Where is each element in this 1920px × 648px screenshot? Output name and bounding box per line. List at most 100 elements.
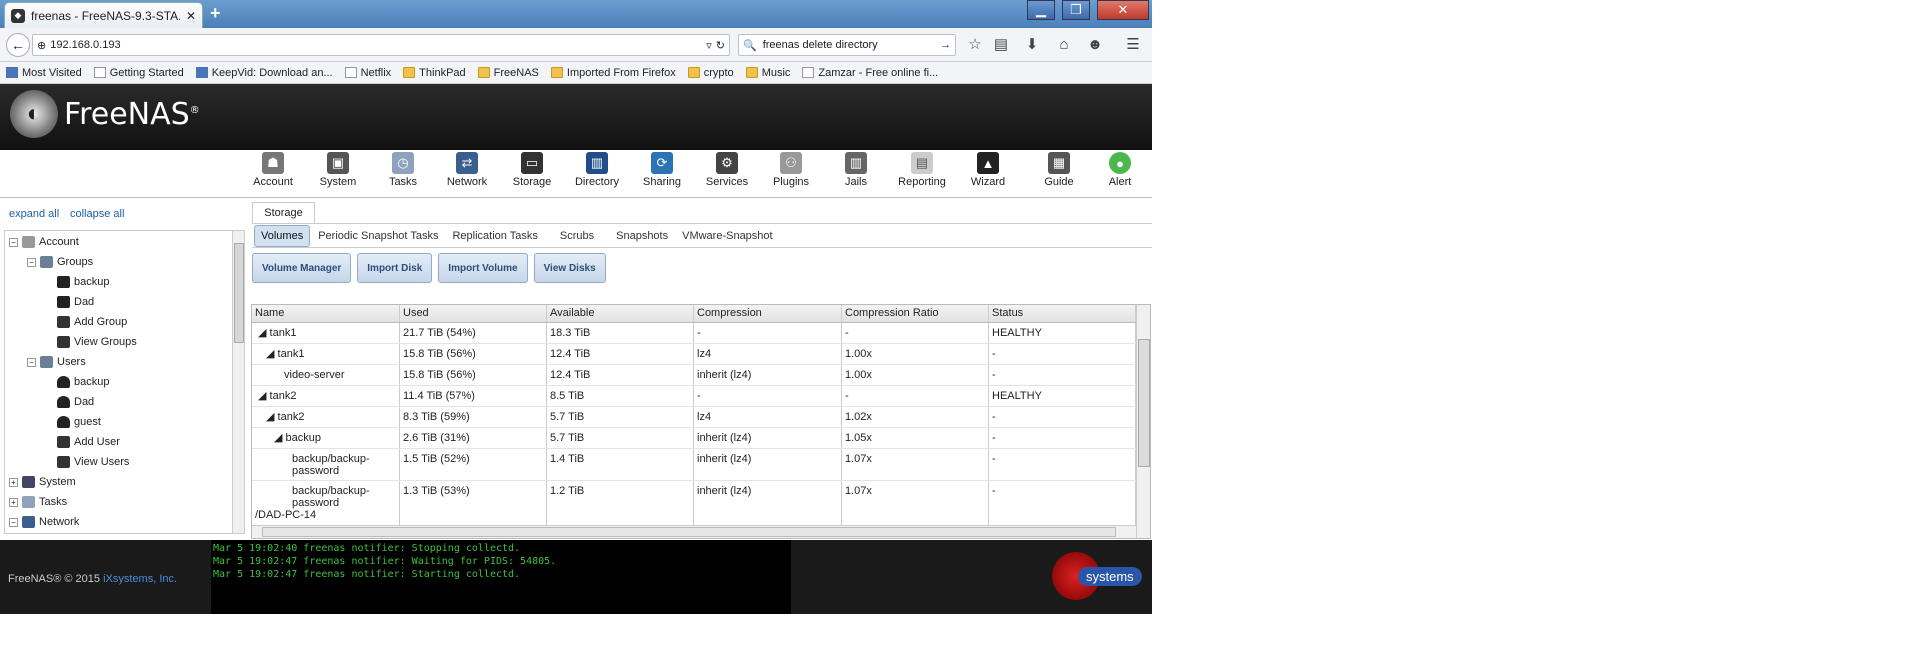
bookmark-keepvid[interactable]: KeepVid: Download an... bbox=[195, 67, 333, 79]
tab-snapshots[interactable]: Snapshots bbox=[610, 226, 674, 246]
import-volume-button[interactable]: Import Volume bbox=[438, 253, 528, 283]
table-hscroll-thumb[interactable] bbox=[262, 527, 1116, 537]
tree-node-add-user[interactable]: Add User bbox=[57, 433, 120, 451]
collapse-icon[interactable]: − bbox=[27, 357, 36, 367]
collapse-all-link[interactable]: collapse all bbox=[70, 208, 124, 220]
toolbar-tasks[interactable]: ◷ Tasks bbox=[373, 152, 433, 196]
tab-close-icon[interactable]: ✕ bbox=[186, 9, 196, 23]
table-row[interactable]: ◢ tank1 21.7 TiB (54%) 18.3 TiB - - HEAL… bbox=[252, 323, 1136, 344]
toolbar-sharing[interactable]: ⟳ Sharing bbox=[632, 152, 692, 196]
collapse-icon[interactable]: − bbox=[9, 237, 18, 247]
column-header-name[interactable]: Name bbox=[252, 305, 400, 322]
bookmark-zamzar[interactable]: Zamzar - Free online fi... bbox=[802, 67, 938, 79]
toolbar-guide[interactable]: ▦ Guide bbox=[1029, 152, 1089, 196]
tree-node-group-dad[interactable]: Dad bbox=[57, 293, 94, 311]
tab-scrubs[interactable]: Scrubs bbox=[554, 226, 600, 246]
expand-all-link[interactable]: expand all bbox=[9, 208, 59, 220]
table-scrollbar-thumb[interactable] bbox=[1138, 339, 1150, 467]
chat-icon[interactable]: ☻ bbox=[1085, 35, 1105, 55]
toolbar-storage[interactable]: ▭ Storage bbox=[502, 152, 562, 196]
storage-tab[interactable]: Storage bbox=[252, 202, 315, 223]
import-disk-button[interactable]: Import Disk bbox=[357, 253, 433, 283]
search-box[interactable]: 🔍 freenas delete directory → bbox=[738, 34, 956, 56]
tree-node-user-guest[interactable]: guest bbox=[57, 413, 101, 431]
bookmark-thinkpad[interactable]: ThinkPad bbox=[403, 67, 466, 79]
table-horizontal-scrollbar[interactable] bbox=[252, 525, 1136, 538]
tree-node-network[interactable]: − Network bbox=[9, 513, 79, 531]
toolbar-reporting[interactable]: ▤ Reporting bbox=[892, 152, 952, 196]
table-row[interactable]: backup/backup-password/DAD-PC-14 1.3 TiB… bbox=[252, 481, 1136, 526]
bookmark-music[interactable]: Music bbox=[745, 67, 790, 79]
bookmark-freenas[interactable]: FreeNAS bbox=[477, 67, 539, 79]
collapse-icon[interactable]: − bbox=[9, 517, 18, 527]
dropdown-icon[interactable]: ▿ bbox=[706, 39, 712, 52]
tree-node-group-backup[interactable]: backup bbox=[57, 273, 109, 291]
toolbar-network[interactable]: ⇄ Network bbox=[437, 152, 497, 196]
toolbar-system[interactable]: ▣ System bbox=[308, 152, 368, 196]
expand-arrow-icon[interactable]: ◢ bbox=[258, 327, 266, 339]
toolbar-services[interactable]: ⚙ Services bbox=[697, 152, 757, 196]
menu-icon[interactable]: ☰ bbox=[1123, 35, 1143, 55]
star-icon[interactable]: ☆ bbox=[965, 35, 985, 55]
tab-vmware-snapshot[interactable]: VMware-Snapshot bbox=[676, 226, 779, 246]
browser-tab[interactable]: ◆ freenas - FreeNAS-9.3-STA... ✕ bbox=[4, 2, 203, 28]
table-row[interactable]: ◢ tank2 11.4 TiB (57%) 8.5 TiB - - HEALT… bbox=[252, 386, 1136, 407]
expand-arrow-icon[interactable]: ◢ bbox=[266, 411, 274, 423]
column-header-used[interactable]: Used bbox=[400, 305, 547, 322]
column-header-compression[interactable]: Compression bbox=[694, 305, 842, 322]
ixsystems-link[interactable]: iXsystems, Inc. bbox=[103, 573, 177, 585]
view-disks-button[interactable]: View Disks bbox=[533, 253, 606, 283]
expand-arrow-icon[interactable]: ◢ bbox=[266, 348, 274, 360]
expand-icon[interactable]: + bbox=[9, 497, 18, 507]
tab-periodic-snapshot-tasks[interactable]: Periodic Snapshot Tasks bbox=[312, 226, 444, 246]
minimize-button[interactable]: ▁ bbox=[1027, 0, 1055, 20]
back-button[interactable]: ← bbox=[6, 33, 30, 57]
tree-node-view-users[interactable]: View Users bbox=[57, 453, 129, 471]
download-icon[interactable]: ⬇ bbox=[1022, 35, 1042, 55]
expand-icon[interactable]: + bbox=[9, 477, 18, 487]
tree-node-groups[interactable]: − Groups bbox=[27, 253, 93, 271]
search-go-icon[interactable]: → bbox=[940, 39, 951, 51]
expand-arrow-icon[interactable]: ◢ bbox=[274, 432, 282, 444]
tree-node-account[interactable]: − Account bbox=[9, 233, 79, 251]
tree-node-system[interactable]: + System bbox=[9, 473, 76, 491]
bookmark-crypto[interactable]: crypto bbox=[687, 67, 734, 79]
column-header-available[interactable]: Available bbox=[547, 305, 694, 322]
tree-node-user-dad[interactable]: Dad bbox=[57, 393, 94, 411]
toolbar-plugins[interactable]: ⚇ Plugins bbox=[761, 152, 821, 196]
volume-manager-button[interactable]: Volume Manager bbox=[252, 253, 352, 283]
bookmark-netflix[interactable]: Netflix bbox=[344, 67, 391, 79]
tree-scrollbar-thumb[interactable] bbox=[234, 243, 244, 343]
table-vertical-scrollbar[interactable] bbox=[1136, 305, 1150, 538]
tree-node-tasks[interactable]: + Tasks bbox=[9, 493, 67, 511]
toolbar-jails[interactable]: ▥ Jails bbox=[826, 152, 886, 196]
tree-node-users[interactable]: − Users bbox=[27, 353, 86, 371]
address-bar[interactable]: ⊕ 192.168.0.193 ▿ ↻ bbox=[32, 34, 730, 56]
tab-volumes[interactable]: Volumes bbox=[254, 224, 311, 247]
toolbar-alert[interactable]: ● Alert bbox=[1090, 152, 1150, 196]
restore-button[interactable]: ❐ bbox=[1062, 0, 1090, 20]
toolbar-directory[interactable]: ▥ Directory bbox=[567, 152, 627, 196]
table-row[interactable]: ◢ tank2 8.3 TiB (59%) 5.7 TiB lz4 1.02x … bbox=[252, 407, 1136, 428]
home-icon[interactable]: ⌂ bbox=[1054, 35, 1074, 55]
new-tab-button[interactable]: + bbox=[210, 3, 221, 24]
toolbar-account[interactable]: ☗ Account bbox=[243, 152, 303, 196]
bookmark-imported[interactable]: Imported From Firefox bbox=[550, 67, 676, 79]
reload-icon[interactable]: ↻ bbox=[716, 39, 725, 52]
table-row[interactable]: backup/backup-password 1.5 TiB (52%) 1.4… bbox=[252, 449, 1136, 481]
tree-node-user-backup[interactable]: backup bbox=[57, 373, 109, 391]
bookmark-most-visited[interactable]: Most Visited bbox=[6, 67, 82, 79]
clipboard-icon[interactable]: ▤ bbox=[991, 35, 1011, 55]
tree-scrollbar[interactable] bbox=[232, 231, 244, 533]
ixsystems-logo[interactable]: systems bbox=[1052, 552, 1144, 600]
bookmark-getting-started[interactable]: Getting Started bbox=[93, 67, 184, 79]
table-row[interactable]: video-server 15.8 TiB (56%) 12.4 TiB inh… bbox=[252, 365, 1136, 386]
freenas-logo[interactable]: ◐ FreeNAS® bbox=[10, 90, 200, 138]
close-window-button[interactable]: ✕ bbox=[1097, 0, 1149, 20]
column-header-status[interactable]: Status bbox=[989, 305, 1136, 322]
collapse-icon[interactable]: − bbox=[27, 257, 36, 267]
table-row[interactable]: ◢ tank1 15.8 TiB (56%) 12.4 TiB lz4 1.00… bbox=[252, 344, 1136, 365]
tree-node-add-group[interactable]: Add Group bbox=[57, 313, 127, 331]
expand-arrow-icon[interactable]: ◢ bbox=[258, 390, 266, 402]
column-header-compression-ratio[interactable]: Compression Ratio bbox=[842, 305, 989, 322]
